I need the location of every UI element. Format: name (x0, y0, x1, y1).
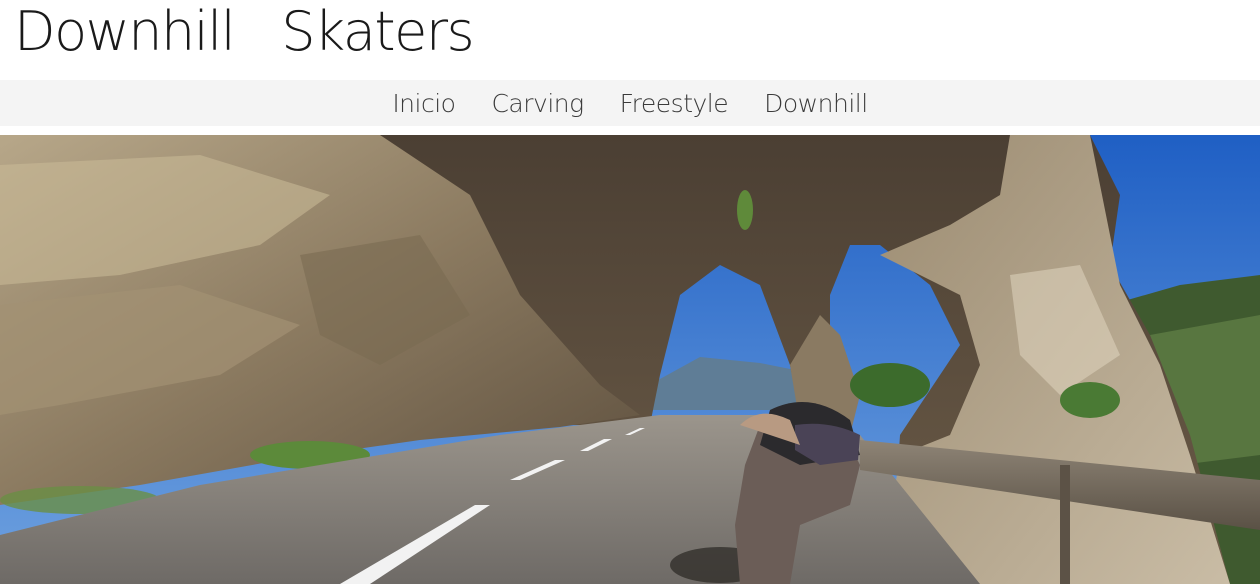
nav-item-inicio[interactable]: Inicio (392, 89, 456, 118)
nav-item-carving[interactable]: Carving (491, 89, 584, 118)
nav-item-downhill[interactable]: Downhill (764, 89, 868, 118)
site-title: Downhill Skaters (14, 0, 475, 63)
main-nav: Inicio Carving Freestyle Downhill (0, 80, 1260, 126)
hero-illustration (0, 135, 1260, 584)
hero-banner-image (0, 135, 1260, 584)
bush (850, 363, 930, 407)
nav-item-freestyle[interactable]: Freestyle (620, 89, 729, 118)
site-header: Downhill Skaters (0, 0, 1260, 80)
